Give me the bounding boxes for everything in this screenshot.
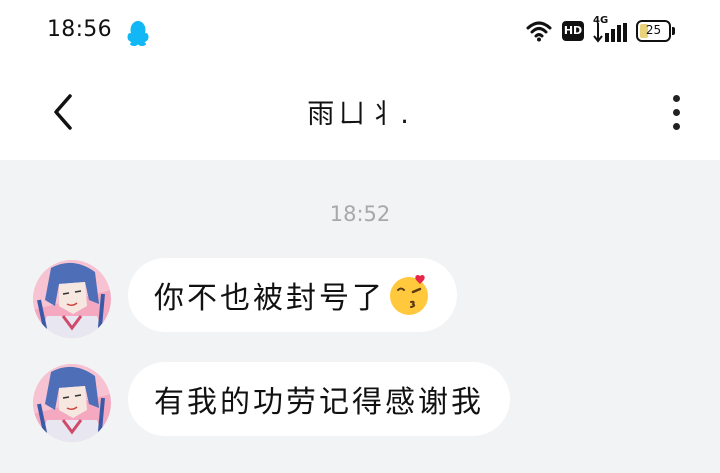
qq-icon	[127, 21, 149, 46]
message-text: 你不也被封号了	[154, 281, 385, 316]
status-bar: 18:56 HD 4G 25	[0, 0, 720, 62]
back-button[interactable]	[44, 90, 84, 134]
message-bubble[interactable]: 你不也被封号了	[128, 258, 457, 332]
message-timestamp: 18:52	[329, 202, 391, 226]
status-time: 18:56	[47, 17, 112, 42]
kissing-face-emoji-icon	[390, 274, 428, 315]
message-bubble[interactable]: 有我的功劳记得感谢我	[128, 362, 510, 436]
message-text: 有我的功劳记得感谢我	[154, 385, 484, 420]
more-dot-icon	[672, 95, 680, 102]
chat-area[interactable]: 18:52 你不也被封号了 有我的功劳记得感谢我	[0, 160, 720, 473]
battery-icon: 25	[636, 20, 676, 42]
avatar[interactable]	[33, 364, 111, 442]
more-dot-icon	[672, 123, 680, 130]
hd-icon: HD	[562, 21, 584, 41]
more-dot-icon	[672, 109, 680, 116]
more-options-button[interactable]	[664, 92, 688, 132]
wifi-icon	[526, 21, 552, 42]
message-row: 你不也被封号了	[0, 258, 720, 338]
message-row: 有我的功劳记得感谢我	[0, 362, 720, 442]
battery-level: 25	[645, 23, 662, 37]
signal-icon: 4G	[593, 15, 627, 43]
chat-header: 雨ㄩ丬.	[0, 62, 720, 160]
chat-title: 雨ㄩ丬.	[307, 99, 413, 130]
avatar[interactable]	[33, 260, 111, 338]
